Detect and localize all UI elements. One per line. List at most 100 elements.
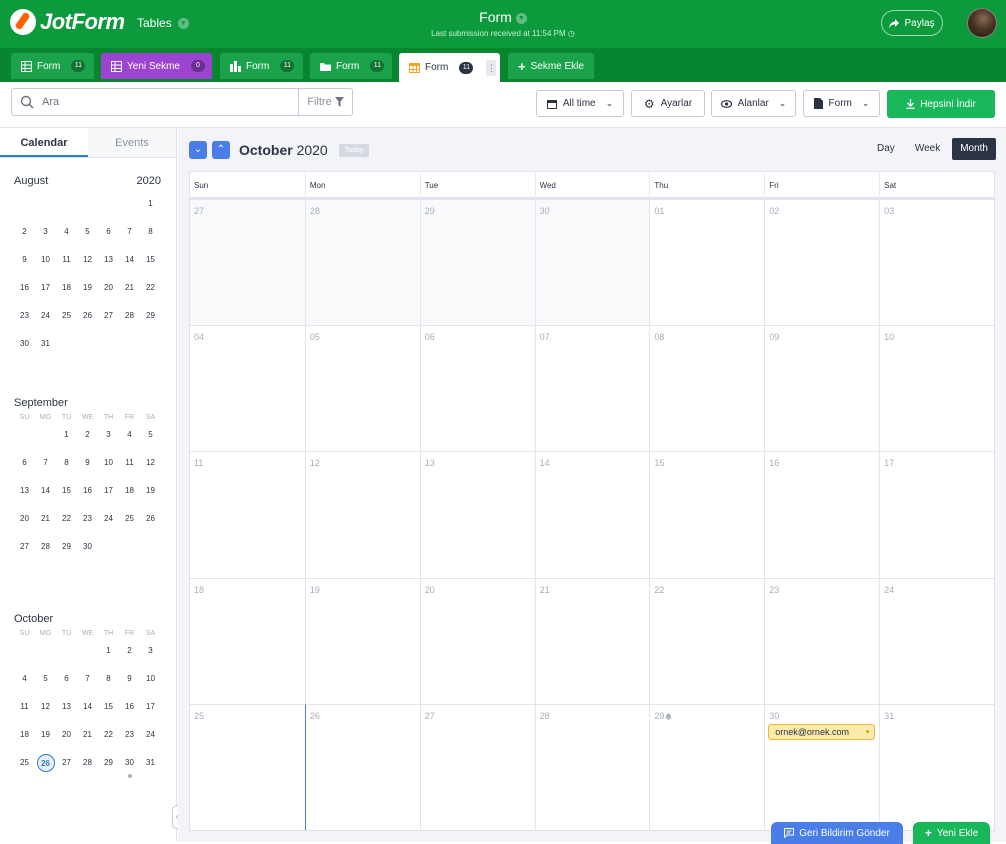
tab-form-calendar[interactable]: Form 11 ⋮ bbox=[399, 53, 500, 82]
mini-day[interactable]: 9 bbox=[77, 454, 98, 472]
mini-day[interactable]: 9 bbox=[119, 670, 140, 688]
day-cell[interactable]: 18 bbox=[190, 577, 305, 704]
mini-day[interactable]: 25 bbox=[14, 754, 35, 772]
mini-day[interactable]: 29 bbox=[140, 307, 161, 325]
mini-day[interactable]: 27 bbox=[98, 307, 119, 325]
mini-day[interactable]: 28 bbox=[77, 754, 98, 772]
day-cell[interactable]: 20 bbox=[419, 577, 535, 704]
mini-day[interactable]: 7 bbox=[119, 223, 140, 241]
mini-day[interactable]: 13 bbox=[14, 482, 35, 500]
mini-day[interactable]: 21 bbox=[77, 726, 98, 744]
view-day[interactable]: Day bbox=[869, 138, 903, 160]
mini-day[interactable]: 16 bbox=[14, 279, 35, 297]
view-month[interactable]: Month bbox=[952, 138, 996, 160]
mini-day[interactable]: 21 bbox=[35, 510, 56, 528]
mini-day[interactable]: 4 bbox=[56, 223, 77, 241]
mini-day[interactable]: 18 bbox=[56, 279, 77, 297]
mini-day[interactable]: 23 bbox=[119, 726, 140, 744]
mini-day[interactable]: 2 bbox=[14, 223, 35, 241]
day-cell[interactable]: 27 bbox=[419, 703, 535, 830]
mini-day[interactable]: 3 bbox=[35, 223, 56, 241]
mini-day[interactable]: 24 bbox=[35, 307, 56, 325]
mini-day[interactable]: 5 bbox=[35, 670, 56, 688]
day-cell[interactable]: 27 bbox=[190, 199, 305, 326]
mini-day[interactable]: 14 bbox=[35, 482, 56, 500]
day-cell[interactable]: 06 bbox=[419, 325, 535, 452]
mini-day[interactable]: 24 bbox=[140, 726, 161, 744]
mini-day[interactable]: 14 bbox=[119, 251, 140, 269]
day-cell[interactable]: 09 bbox=[764, 325, 880, 452]
tab-yeni-sekme[interactable]: Yeni Sekme 0 bbox=[101, 53, 212, 79]
mini-day[interactable]: 3 bbox=[140, 642, 161, 660]
mini-day[interactable]: 17 bbox=[35, 279, 56, 297]
add-tab-button[interactable]: + Sekme Ekle bbox=[508, 53, 594, 79]
mini-day[interactable]: 30 bbox=[14, 335, 35, 353]
day-cell[interactable]: 24 bbox=[879, 577, 994, 704]
date-range-select[interactable]: All time ⌄ bbox=[536, 90, 624, 117]
day-cell[interactable]: 02 bbox=[764, 199, 880, 326]
mini-day[interactable]: 8 bbox=[98, 670, 119, 688]
day-cell[interactable]: 29 bbox=[419, 199, 535, 326]
mini-day[interactable]: 5 bbox=[77, 223, 98, 241]
day-cell[interactable]: 12 bbox=[304, 451, 420, 578]
day-cell[interactable]: 14 bbox=[534, 451, 650, 578]
mini-day[interactable]: 19 bbox=[140, 482, 161, 500]
mini-day[interactable]: 20 bbox=[98, 279, 119, 297]
mini-day[interactable]: 12 bbox=[77, 251, 98, 269]
day-cell[interactable]: 31 bbox=[879, 703, 994, 830]
mini-day[interactable]: 19 bbox=[77, 279, 98, 297]
mini-day[interactable]: 5 bbox=[140, 426, 161, 444]
mini-day[interactable]: 10 bbox=[140, 670, 161, 688]
mini-day[interactable]: 10 bbox=[35, 251, 56, 269]
mini-day[interactable]: 29 bbox=[98, 754, 119, 772]
form-select[interactable]: Form ⌄ bbox=[803, 90, 880, 117]
mini-day[interactable]: 21 bbox=[119, 279, 140, 297]
mini-day[interactable]: 31 bbox=[35, 335, 56, 353]
mini-day[interactable]: 27 bbox=[14, 538, 35, 556]
search-input[interactable]: Ara bbox=[34, 89, 298, 115]
mini-day[interactable]: 22 bbox=[140, 279, 161, 297]
mini-day[interactable]: 1 bbox=[98, 642, 119, 660]
fields-select[interactable]: Alanlar ⌄ bbox=[711, 90, 796, 117]
mini-day[interactable]: 12 bbox=[140, 454, 161, 472]
mini-day[interactable]: 23 bbox=[14, 307, 35, 325]
share-button[interactable]: Paylaş bbox=[881, 10, 943, 36]
mini-day[interactable]: 29 bbox=[56, 538, 77, 556]
mini-day[interactable]: 15 bbox=[98, 698, 119, 716]
day-cell[interactable]: 26 bbox=[304, 703, 420, 830]
mini-day[interactable]: 24 bbox=[98, 510, 119, 528]
avatar[interactable] bbox=[967, 8, 997, 38]
day-cell[interactable]: 23 bbox=[764, 577, 880, 704]
mini-day[interactable]: 13 bbox=[56, 698, 77, 716]
day-cell[interactable]: 17 bbox=[879, 451, 994, 578]
mini-day[interactable]: 11 bbox=[14, 698, 35, 716]
mini-day[interactable]: 6 bbox=[56, 670, 77, 688]
mini-day[interactable]: 20 bbox=[56, 726, 77, 744]
form-title[interactable]: Form ▼ bbox=[0, 9, 1006, 25]
mini-day[interactable]: 8 bbox=[56, 454, 77, 472]
mini-day[interactable]: 16 bbox=[119, 698, 140, 716]
download-all-button[interactable]: Hepsini İndir bbox=[887, 90, 995, 118]
mini-day[interactable]: 18 bbox=[119, 482, 140, 500]
mini-day[interactable]: 10 bbox=[98, 454, 119, 472]
mini-day[interactable]: 22 bbox=[56, 510, 77, 528]
mini-day[interactable]: 6 bbox=[14, 454, 35, 472]
mini-day[interactable]: 25 bbox=[119, 510, 140, 528]
mini-day[interactable]: 17 bbox=[98, 482, 119, 500]
mini-day[interactable]: 30 bbox=[77, 538, 98, 556]
day-cell[interactable]: 07 bbox=[534, 325, 650, 452]
day-cell[interactable]: 30 bbox=[534, 199, 650, 326]
mini-day[interactable]: 12 bbox=[35, 698, 56, 716]
today-button[interactable]: Today bbox=[338, 143, 370, 157]
mini-day[interactable]: 18 bbox=[14, 726, 35, 744]
day-cell[interactable]: 28 bbox=[304, 199, 420, 326]
mini-day[interactable]: 16 bbox=[77, 482, 98, 500]
tab-options-icon[interactable]: ⋮ bbox=[486, 59, 497, 76]
tab-form-1[interactable]: Form 11 bbox=[11, 53, 94, 79]
mini-day[interactable]: 4 bbox=[119, 426, 140, 444]
mini-day[interactable]: 20 bbox=[14, 510, 35, 528]
mini-day[interactable]: 1 bbox=[56, 426, 77, 444]
view-week[interactable]: Week bbox=[907, 138, 948, 160]
day-cell[interactable]: 13 bbox=[419, 451, 535, 578]
mini-day[interactable]: 28 bbox=[119, 307, 140, 325]
